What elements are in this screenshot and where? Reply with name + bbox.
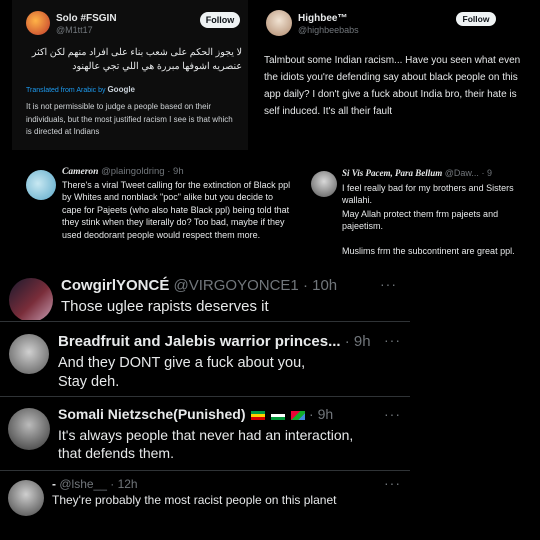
timestamp[interactable]: · 10h	[303, 277, 337, 294]
avatar[interactable]	[311, 171, 337, 197]
tweet-text-line-2: that defends them.	[58, 445, 174, 461]
divider	[0, 396, 410, 397]
google-logo: Google	[107, 85, 136, 94]
tweet-text-line-1: It's always people that never had an int…	[58, 427, 354, 443]
arabic-text-line-1: لا يجوز الحكم على شعب بناء على افراد منه…	[31, 47, 242, 58]
flag-icons	[249, 407, 306, 423]
translation-attribution[interactable]: Translated from Arabic by Google	[26, 85, 135, 94]
username[interactable]: @plaingoldring	[101, 166, 165, 177]
more-options-icon[interactable]: ···	[380, 276, 397, 292]
display-name[interactable]: Breadfruit and Jalebis warrior princes..…	[58, 333, 341, 350]
display-name[interactable]: -	[52, 477, 56, 491]
avatar[interactable]	[8, 408, 50, 450]
tweet-text: Talmbout some Indian racism... Have you …	[264, 55, 521, 117]
reply-breadfruit: Breadfruit and Jalebis warrior princes..…	[0, 324, 410, 394]
reply-card-si-vis-pacem: Si Vis Pacem, Para Bellum @Daw... · 9 I …	[305, 162, 540, 262]
arabic-text-line-2: عنصريه اشوفها مبررة هي اللي تجي عالهنود	[72, 61, 242, 72]
more-options-icon[interactable]: ···	[384, 332, 401, 348]
tweet-text-line-2: May Allah protect them frm pajeets and p…	[342, 209, 499, 231]
timestamp[interactable]: · 9h	[345, 333, 371, 350]
avatar[interactable]	[9, 334, 49, 374]
flag-icon	[271, 411, 286, 421]
timestamp[interactable]: · 9	[481, 168, 492, 178]
tweet-card-highbee: Highbee™ @highbeebabs Follow Talmbout so…	[252, 0, 540, 150]
avatar[interactable]	[26, 170, 56, 200]
timestamp[interactable]: · 9h	[167, 166, 183, 177]
display-name[interactable]: Si Vis Pacem, Para Bellum	[342, 168, 442, 178]
display-name[interactable]: CowgirlYONCÉ	[61, 277, 169, 294]
username[interactable]: @lshe__	[59, 477, 107, 491]
reply-header: Breadfruit and Jalebis warrior princes..…	[58, 333, 371, 350]
tweet-text: They're probably the most racist people …	[52, 493, 337, 507]
display-name[interactable]: Highbee™	[298, 13, 347, 24]
avatar[interactable]	[9, 278, 53, 320]
tweet-text-line-3: Muslims frm the subcontinent are great p…	[342, 246, 515, 256]
avatar[interactable]	[26, 11, 50, 35]
more-options-icon[interactable]: ···	[384, 475, 401, 491]
reply-header: Somali Nietzsche(Punished) · 9h	[58, 406, 333, 423]
tweet-text-line-2: Stay deh.	[58, 374, 120, 390]
username[interactable]: @Daw...	[445, 168, 479, 178]
translated-from-label: Translated from Arabic by	[26, 87, 106, 94]
timestamp[interactable]: · 12h	[110, 477, 137, 491]
username[interactable]: @VIRGOYONCE1	[174, 277, 299, 294]
display-name[interactable]: Cameron	[62, 167, 98, 177]
reply-card-cameron: Cameron @plaingoldring · 9h There's a vi…	[20, 162, 300, 270]
flag-icon	[251, 411, 266, 421]
reply-header: - @lshe__ · 12h	[52, 477, 138, 491]
username[interactable]: @highbeebabs	[298, 25, 359, 35]
follow-button[interactable]: Follow	[456, 12, 496, 26]
reply-header: CowgirlYONCÉ @VIRGOYONCE1 · 10h	[61, 277, 337, 294]
reply-ishe: - @lshe__ · 12h ··· They're probably the…	[0, 470, 410, 537]
username[interactable]: @M1tt17	[56, 25, 93, 35]
avatar[interactable]	[266, 10, 292, 36]
follow-button[interactable]: Follow	[200, 12, 240, 28]
timestamp[interactable]: · 9h	[309, 406, 333, 422]
display-name[interactable]: Solo #FSGIN	[56, 13, 117, 24]
divider	[0, 321, 410, 322]
reply-header: Cameron @plaingoldring · 9h	[62, 166, 184, 177]
reply-cowgirlyonce: CowgirlYONCÉ @VIRGOYONCE1 · 10h ··· Thos…	[0, 268, 410, 320]
reply-header: Si Vis Pacem, Para Bellum @Daw... · 9	[342, 168, 492, 178]
avatar[interactable]	[8, 480, 44, 516]
tweet-text: There's a viral Tweet calling for the ex…	[62, 180, 291, 240]
flag-icon	[291, 411, 306, 421]
translation-text: It is not permissible to judge a people …	[26, 102, 233, 136]
display-name[interactable]: Somali Nietzsche(Punished)	[58, 406, 245, 422]
more-options-icon[interactable]: ···	[384, 406, 401, 422]
tweet-text-line-1: I feel really bad for my brothers and Si…	[342, 183, 514, 205]
tweet-text-line-1: And they DONT give a fuck about you,	[58, 355, 306, 371]
tweet-text: Those uglee rapists deserves it	[61, 298, 269, 315]
tweet-card-solo: Solo #FSGIN @M1tt17 Follow لا يجوز الحكم…	[12, 0, 248, 150]
reply-somali-nietzsche: Somali Nietzsche(Punished) · 9h ··· It's…	[0, 398, 410, 466]
